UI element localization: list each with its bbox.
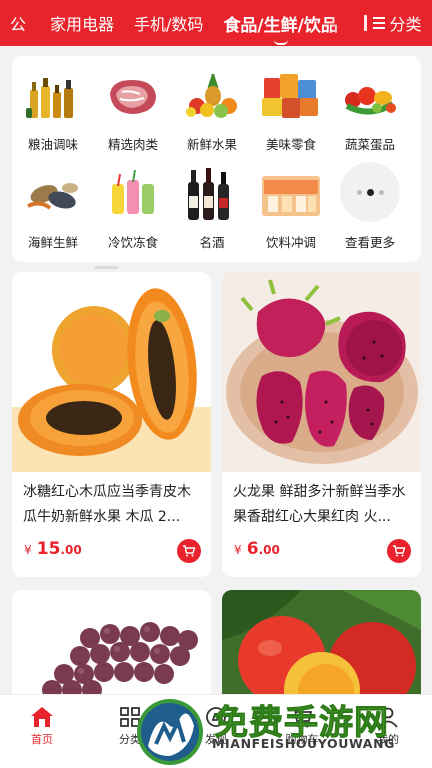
grid-page-indicator [94, 266, 118, 269]
product-price: ¥ 6.00 [234, 539, 280, 559]
category-cold-drinks-frozen[interactable]: 冷饮冻食 [93, 166, 173, 251]
category-label: 蔬菜蛋品 [344, 137, 395, 152]
cold-drinks-icon [100, 166, 166, 224]
seafood-icon [20, 166, 86, 224]
product-name: 冰糖红心木瓜应当季青皮木瓜牛奶新鲜水果 木瓜 2... [23, 484, 191, 525]
category-grain-oil[interactable]: 粮油调味 [13, 68, 93, 153]
price-decimal: .00 [258, 543, 280, 557]
product-card-dragon-fruit[interactable]: 火龙果 鲜甜多汁新鲜当季水果香甜红心大果红肉 火... ¥ 6.00 [222, 272, 421, 577]
category-grid: 粮油调味 精选肉类 新鲜水果 美味零食 蔬菜蛋品 海鲜生鲜 冷饮冻食 名酒 饮料… [12, 56, 421, 262]
category-label: 查看更多 [344, 235, 395, 250]
category-view-more[interactable]: 查看更多 [330, 162, 410, 251]
category-seafood[interactable]: 海鲜生鲜 [13, 166, 93, 251]
meat-icon [100, 68, 166, 126]
watermark-subtitle: MIANFEISHOUYOUWANG [212, 736, 395, 751]
nav-label: 首页 [31, 733, 53, 746]
category-label: 美味零食 [265, 137, 316, 152]
beverage-icon [258, 166, 324, 224]
category-label: 冷饮冻食 [107, 235, 158, 250]
add-to-cart-button[interactable] [177, 539, 201, 563]
currency-symbol: ¥ [24, 543, 32, 557]
category-beverages[interactable]: 饮料冲调 [251, 166, 331, 251]
product-image [12, 272, 211, 472]
active-tab-indicator [273, 40, 288, 45]
category-label: 粮油调味 [27, 137, 78, 152]
category-label: 名酒 [199, 235, 225, 250]
tab-partial[interactable]: 公 [0, 11, 40, 35]
vegetables-icon [337, 68, 403, 126]
more-dots-icon [340, 162, 400, 222]
product-card-peaches[interactable] [222, 590, 421, 710]
product-image [12, 590, 211, 710]
category-label: 精选肉类 [107, 137, 158, 152]
category-vegetables-eggs[interactable]: 蔬菜蛋品 [330, 68, 410, 153]
category-wine[interactable]: 名酒 [172, 166, 252, 251]
category-fruits[interactable]: 新鲜水果 [172, 68, 252, 153]
category-label: 饮料冲调 [265, 235, 316, 250]
product-card-grapes[interactable] [12, 590, 211, 710]
wine-icon [179, 166, 245, 224]
price-integer: 15 [36, 539, 61, 559]
category-menu-label: 分类 [389, 15, 422, 34]
snacks-icon [258, 68, 324, 126]
price-integer: 6 [246, 539, 259, 559]
tab-phones-digital[interactable]: 手机/数码 [124, 11, 213, 35]
fruits-icon [179, 68, 245, 126]
product-name: 火龙果 鲜甜多汁新鲜当季水果香甜红心大果红肉 火... [233, 484, 406, 525]
add-to-cart-button[interactable] [387, 539, 411, 563]
product-image [222, 272, 421, 472]
watermark-logo [134, 696, 206, 768]
category-label: 海鲜生鲜 [27, 235, 78, 250]
product-price: ¥ 15.00 [24, 539, 82, 559]
category-meat[interactable]: 精选肉类 [93, 68, 173, 153]
category-menu-button[interactable]: 分类 [354, 0, 432, 46]
cart-icon [393, 545, 406, 557]
currency-symbol: ¥ [234, 543, 242, 557]
cart-icon [183, 545, 196, 557]
nav-home[interactable]: 首页 [12, 703, 72, 747]
product-image [222, 590, 421, 710]
tab-food-label: 食品/生鲜/饮品 [223, 15, 338, 36]
divider [364, 15, 368, 31]
category-label: 新鲜水果 [186, 137, 237, 152]
home-icon [12, 703, 72, 731]
price-decimal: .00 [60, 543, 82, 557]
category-snacks[interactable]: 美味零食 [251, 68, 331, 153]
product-card-papaya[interactable]: 冰糖红心木瓜应当季青皮木瓜牛奶新鲜水果 木瓜 2... ¥ 15.00 [12, 272, 211, 577]
tab-home-appliances[interactable]: 家用电器 [40, 11, 124, 35]
menu-icon [373, 14, 386, 32]
oil-bottles-icon [20, 68, 86, 126]
